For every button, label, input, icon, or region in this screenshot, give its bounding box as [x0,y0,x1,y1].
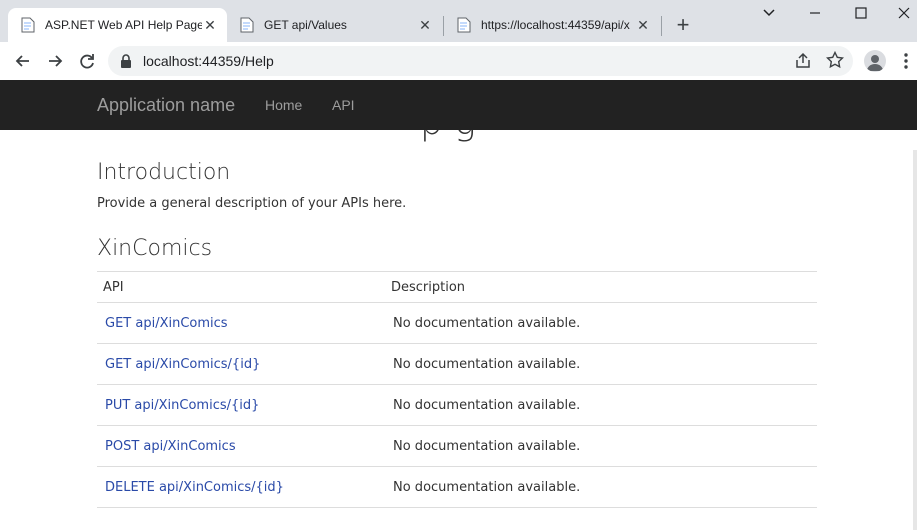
table-row: GET api/XinComics No documentation avail… [97,302,817,344]
tab-title: GET api/Values [264,18,347,32]
page-scrollbar[interactable] [913,150,917,530]
site-navbar: Application name Home API [0,80,917,130]
lock-icon[interactable] [120,53,132,69]
close-icon[interactable]: ✕ [202,17,218,34]
description-cell: No documentation available. [385,343,817,385]
tab-separator [661,16,662,36]
forward-button[interactable] [45,51,65,71]
kebab-menu-icon[interactable] [902,52,910,70]
browser-tab-strip: ASP.NET Web API Help Page ✕ GET api/Valu… [0,0,917,42]
maximize-button[interactable] [849,6,873,26]
table-header-row: API Description [97,271,817,303]
page-title-partial: p g [420,130,476,143]
document-icon [457,17,471,33]
table-row: GET api/XinComics/{id} No documentation … [97,343,817,385]
description-cell: No documentation available. [385,466,817,508]
address-bar[interactable]: localhost:44359/Help [108,46,853,76]
star-icon[interactable] [825,50,845,69]
reload-button[interactable] [77,51,97,71]
page-content: p g Introduction Provide a general descr… [0,130,917,530]
description-cell: No documentation available. [385,425,817,467]
description-cell: No documentation available. [385,384,817,426]
api-cell: PUT api/XinComics/{id} [97,384,385,426]
maximize-icon [855,7,867,19]
api-table: API Description GET api/XinComics No doc… [97,271,817,508]
profile-icon[interactable] [864,50,886,72]
url-text[interactable]: localhost:44359/Help [143,53,274,69]
column-header-api: API [97,271,385,303]
chevron-down-icon [763,9,775,17]
close-icon[interactable]: ✕ [635,17,651,34]
document-icon [21,17,35,33]
tab-title: ASP.NET Web API Help Page [45,18,202,32]
nav-link-api[interactable]: API [332,97,355,113]
minimize-icon [810,12,820,14]
introduction-text: Provide a general description of your AP… [97,196,407,211]
close-icon [898,7,910,19]
browser-toolbar: localhost:44359/Help [0,42,917,81]
forward-arrow-icon [49,55,63,67]
tab-get-values[interactable]: GET api/Values ✕ [227,8,442,42]
table-row: POST api/XinComics No documentation avai… [97,425,817,467]
api-link[interactable]: DELETE api/XinComics/{id} [105,480,284,495]
api-link[interactable]: GET api/XinComics/{id} [105,357,260,372]
minimize-button[interactable] [803,6,827,26]
controller-heading: XinComics [97,236,213,261]
api-link[interactable]: GET api/XinComics [105,316,228,331]
tab-search-button[interactable] [757,6,781,26]
api-link[interactable]: POST api/XinComics [105,439,236,454]
close-icon[interactable]: ✕ [417,17,433,34]
api-cell: DELETE api/XinComics/{id} [97,466,385,508]
description-cell: No documentation available. [385,302,817,344]
table-row: PUT api/XinComics/{id} No documentation … [97,384,817,426]
new-tab-button[interactable]: + [672,14,694,36]
table-row: DELETE api/XinComics/{id} No documentati… [97,466,817,508]
back-arrow-icon [15,55,29,67]
document-icon [240,17,254,33]
tab-localhost-api[interactable]: https://localhost:44359/api/x ✕ [444,8,660,42]
api-cell: GET api/XinComics/{id} [97,343,385,385]
close-window-button[interactable] [892,6,916,26]
share-icon[interactable] [794,52,812,70]
api-cell: POST api/XinComics [97,425,385,467]
api-link[interactable]: PUT api/XinComics/{id} [105,398,259,413]
nav-link-home[interactable]: Home [265,97,302,113]
reload-icon [80,54,94,69]
introduction-heading: Introduction [97,160,231,185]
tab-help-page[interactable]: ASP.NET Web API Help Page ✕ [8,8,227,42]
back-button[interactable] [13,51,33,71]
tab-title: https://localhost:44359/api/x [481,18,630,32]
api-cell: GET api/XinComics [97,302,385,344]
column-header-description: Description [385,271,817,303]
brand-link[interactable]: Application name [97,95,235,116]
